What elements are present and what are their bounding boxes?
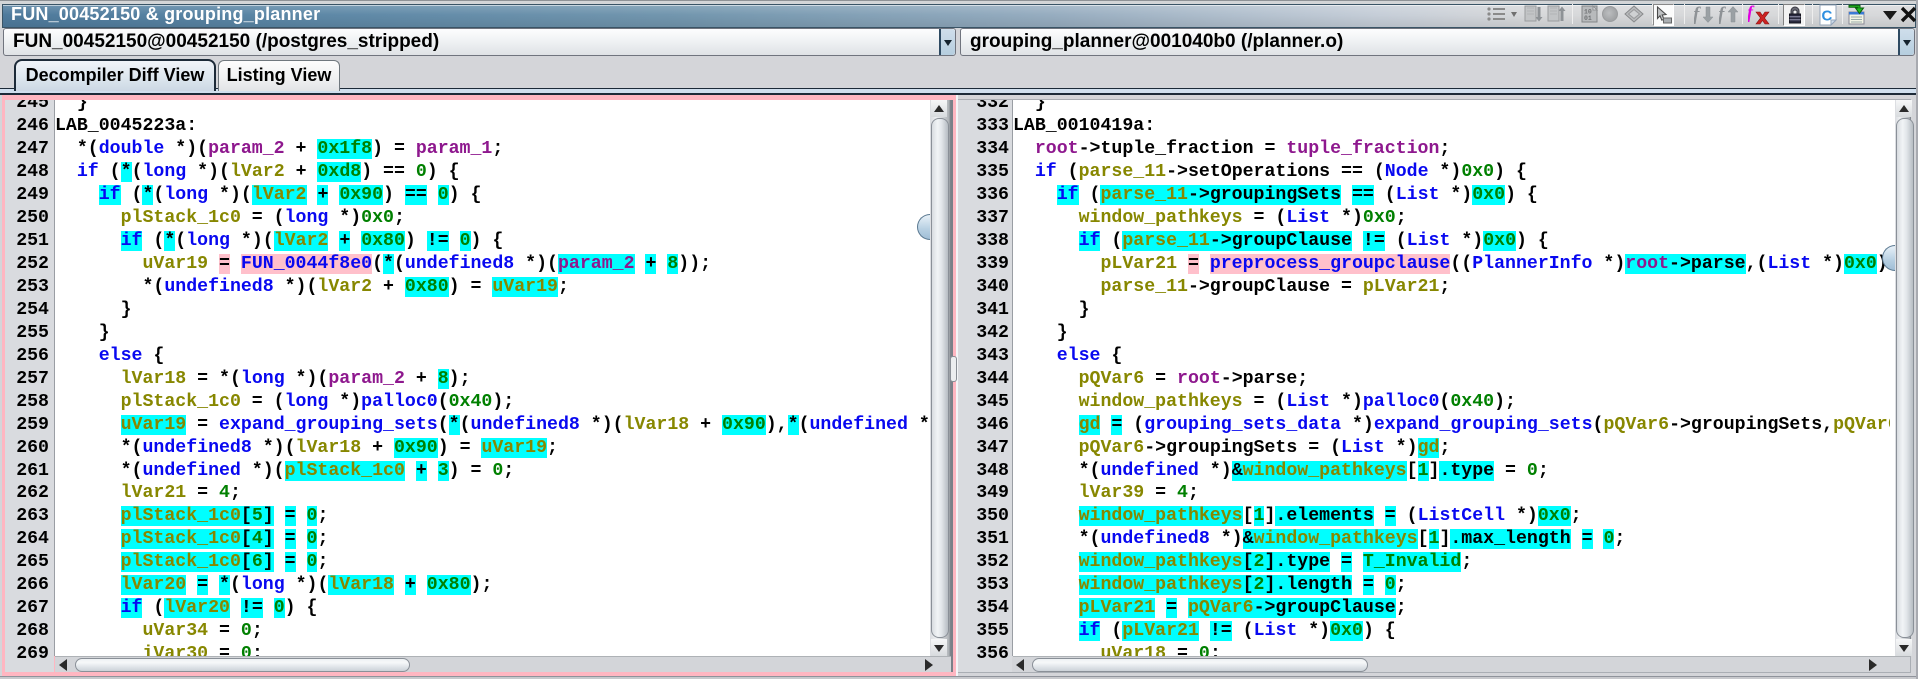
svg-text:C: C <box>1822 8 1833 25</box>
svg-text:01: 01 <box>1584 15 1592 22</box>
svg-text:f: f <box>1694 4 1701 25</box>
svg-text:f: f <box>1748 4 1755 22</box>
svg-text:f: f <box>1719 4 1726 25</box>
